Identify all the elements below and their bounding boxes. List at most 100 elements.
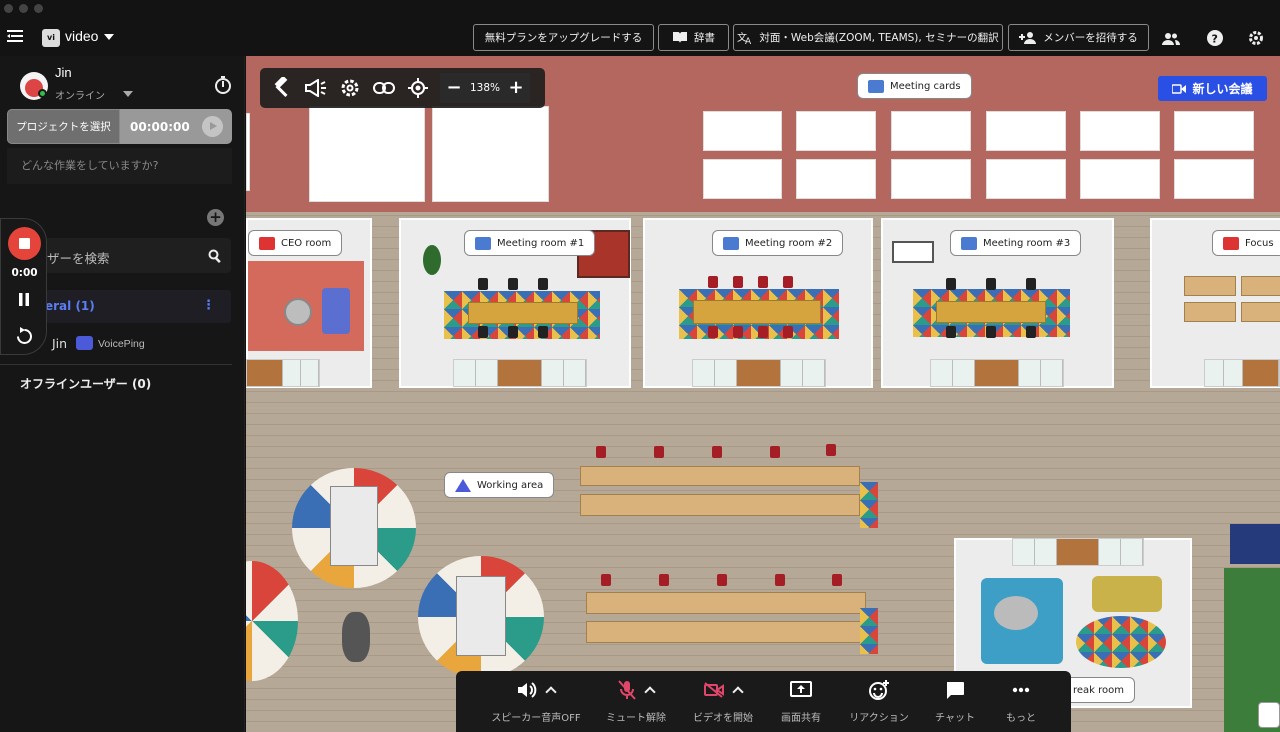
- meeting-card[interactable]: [796, 159, 876, 199]
- emoji-add-icon[interactable]: [868, 680, 890, 700]
- workspace-logo[interactable]: vi: [42, 29, 60, 47]
- ceo-room-label[interactable]: CEO room: [248, 230, 343, 256]
- map-toolbar: − 138% +: [260, 68, 545, 108]
- chair: [775, 574, 785, 586]
- zoom-in-button[interactable]: +: [508, 79, 524, 97]
- meeting-room-3-label[interactable]: Meeting room #3: [950, 230, 1082, 256]
- link-icon[interactable]: [372, 76, 396, 100]
- dictionary-button[interactable]: 辞書: [658, 24, 729, 51]
- invite-members-label: メンバーを招待する: [1043, 32, 1138, 44]
- microphone-off-icon[interactable]: [618, 680, 636, 700]
- chat-control[interactable]: チャット: [930, 671, 980, 732]
- video-control[interactable]: ビデオを開始: [691, 671, 755, 732]
- more-control[interactable]: もっと: [996, 671, 1046, 732]
- meeting-card[interactable]: [796, 111, 876, 151]
- workspace-name[interactable]: video: [65, 28, 98, 44]
- working-area-label[interactable]: Working area: [444, 472, 555, 498]
- upgrade-plan-button[interactable]: 無料プランをアップグレードする: [473, 24, 654, 51]
- meeting-card[interactable]: [891, 159, 971, 199]
- meeting-card[interactable]: [1174, 111, 1254, 151]
- stopwatch-icon[interactable]: [214, 76, 232, 94]
- minimize-window-button[interactable]: [19, 4, 28, 13]
- translate-meeting-button[interactable]: 文A 対面・Web会議(ZOOM, TEAMS), セミナーの翻訳: [733, 24, 1003, 51]
- chat-bubble-icon: [961, 236, 977, 250]
- more-horizontal-icon[interactable]: [1012, 687, 1030, 693]
- chair: [708, 326, 718, 338]
- more-vertical-icon[interactable]: ⋮: [202, 298, 215, 313]
- sofa: [1092, 576, 1162, 612]
- help-icon[interactable]: ?: [1204, 27, 1226, 49]
- stop-recording-button[interactable]: [8, 227, 41, 260]
- speaker-chevron-up-icon[interactable]: [545, 686, 557, 698]
- video-chevron-up-icon[interactable]: [732, 686, 744, 698]
- maximize-window-button[interactable]: [34, 4, 43, 13]
- board-edge: [246, 113, 250, 191]
- working-area-text: Working area: [477, 479, 544, 491]
- speaker-control[interactable]: スピーカー音声OFF: [486, 671, 586, 732]
- reaction-control[interactable]: リアクション: [844, 671, 914, 732]
- chair: [659, 574, 669, 586]
- search-icon[interactable]: [208, 249, 222, 263]
- meeting-room-1-label[interactable]: Meeting room #1: [464, 230, 596, 256]
- locate-target-icon[interactable]: [406, 76, 430, 100]
- restart-icon[interactable]: [15, 327, 34, 346]
- chevron-down-icon[interactable]: [104, 34, 114, 40]
- zoom-out-button[interactable]: −: [446, 79, 462, 97]
- top-bar: vi video 無料プランをアップグレードする 辞書 文A 対面・Web会議(…: [0, 0, 1280, 56]
- chair: [946, 278, 956, 290]
- menu-icon[interactable]: [7, 29, 23, 43]
- member-name[interactable]: Jin: [52, 336, 67, 351]
- virtual-office-map[interactable]: Meeting cards 新しい会議 CEO room Meeting roo…: [246, 56, 1280, 732]
- people-icon: [455, 478, 471, 492]
- focus-cabinet: [1204, 359, 1280, 387]
- chair: [717, 574, 727, 586]
- pause-icon[interactable]: [18, 293, 30, 306]
- screen-share-icon[interactable]: [790, 681, 812, 699]
- user-guideline-board[interactable]: [309, 106, 425, 202]
- close-window-button[interactable]: [4, 4, 13, 13]
- notification-board[interactable]: [432, 106, 549, 202]
- user-status[interactable]: オンライン: [55, 87, 105, 102]
- members-icon[interactable]: [1160, 27, 1182, 49]
- settings-gear-icon[interactable]: [1245, 27, 1267, 49]
- meeting-card[interactable]: [891, 111, 971, 151]
- meeting-card[interactable]: [986, 159, 1066, 199]
- focus-room-label[interactable]: Focus: [1212, 230, 1280, 256]
- chat-icon[interactable]: [945, 681, 965, 699]
- status-chevron-down-icon[interactable]: [123, 91, 133, 97]
- meeting-card[interactable]: [703, 159, 782, 199]
- project-select-button[interactable]: プロジェクトを選択: [7, 109, 120, 144]
- invite-members-button[interactable]: メンバーを招待する: [1008, 24, 1149, 51]
- speaker-icon[interactable]: [517, 681, 537, 699]
- offline-users-header[interactable]: オフラインユーザー (0): [20, 375, 151, 392]
- add-channel-icon[interactable]: +: [207, 209, 224, 226]
- meeting-card[interactable]: [1080, 159, 1160, 199]
- new-meeting-label: 新しい会議: [1192, 82, 1253, 96]
- map-settings-gear-icon[interactable]: [338, 76, 362, 100]
- meeting-card[interactable]: [703, 111, 782, 151]
- meeting-card[interactable]: [1080, 111, 1160, 151]
- new-meeting-button[interactable]: 新しい会議: [1158, 76, 1267, 101]
- mute-chevron-up-icon[interactable]: [644, 686, 656, 698]
- chair: [538, 326, 548, 338]
- screen-share-control[interactable]: 画面共有: [771, 671, 831, 732]
- ceo-table: [284, 298, 312, 326]
- mute-control[interactable]: ミュート解除: [601, 671, 671, 732]
- meeting-room-3-text: Meeting room #3: [983, 237, 1071, 249]
- user-name: Jin: [55, 65, 72, 80]
- desk: [1241, 302, 1280, 322]
- meeting-room-2-label[interactable]: Meeting room #2: [712, 230, 844, 256]
- megaphone-icon[interactable]: [304, 76, 328, 100]
- hammer-icon[interactable]: [270, 76, 294, 100]
- chair: [733, 276, 743, 288]
- screen-share-label: 画面共有: [781, 713, 821, 724]
- video-off-icon[interactable]: [704, 682, 724, 698]
- meeting-card[interactable]: [1174, 159, 1254, 199]
- break-room-label[interactable]: reak room: [1062, 677, 1136, 703]
- recording-widget: 0:00: [0, 218, 47, 355]
- task-input[interactable]: どんな作業をしていますか?: [7, 148, 232, 184]
- meeting-cards-label[interactable]: Meeting cards: [857, 73, 972, 99]
- meeting-card[interactable]: [986, 111, 1066, 151]
- chair: [1026, 326, 1036, 338]
- play-icon[interactable]: [202, 116, 223, 137]
